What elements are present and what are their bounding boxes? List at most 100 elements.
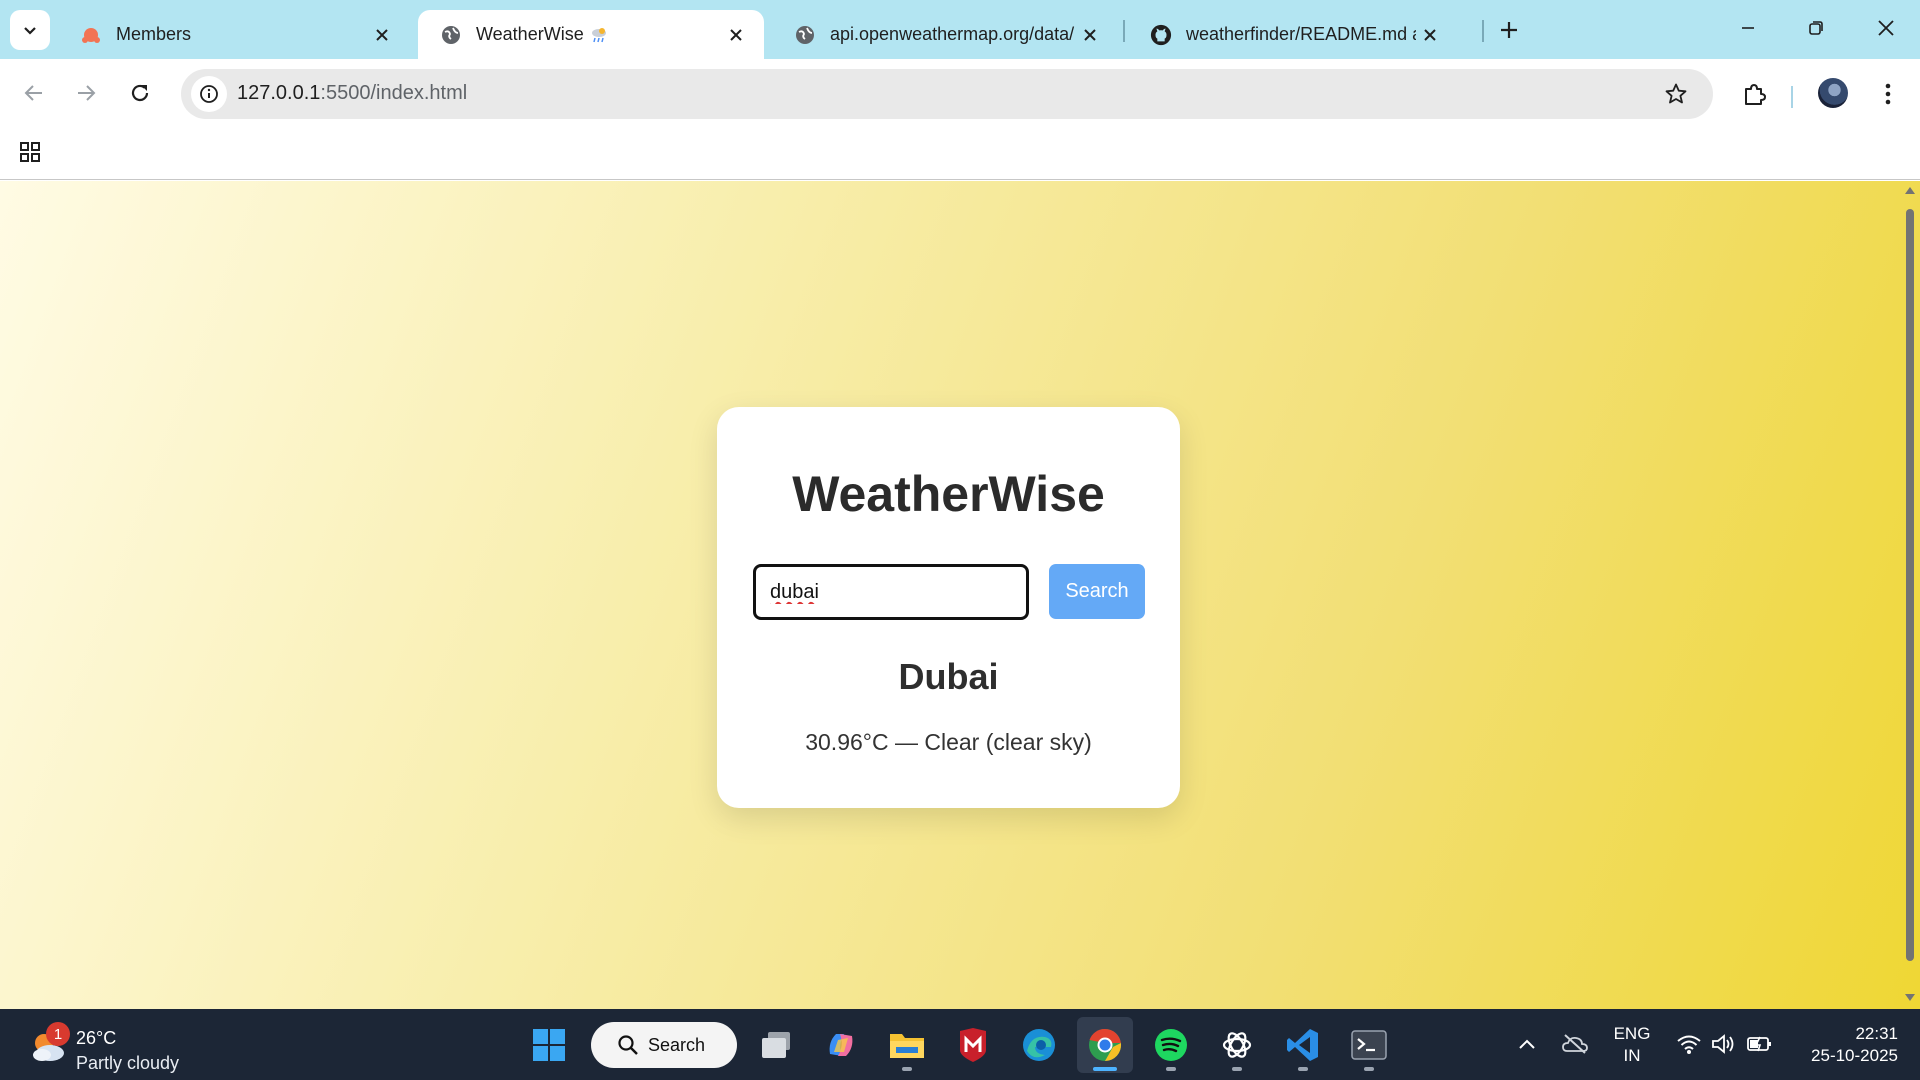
clock-date: 25-10-2025 [1811, 1046, 1898, 1065]
chatgpt-icon [1222, 1032, 1252, 1058]
page-viewport: WeatherWise Search Dubai 30.96°C — Clear… [0, 181, 1920, 1009]
spotify-icon [1155, 1029, 1187, 1061]
show-hidden-icons-button[interactable] [1512, 1029, 1542, 1059]
file-explorer-app[interactable] [879, 1017, 935, 1073]
reload-button[interactable] [120, 73, 160, 113]
tab-members[interactable]: Members [58, 10, 410, 59]
url-host: 127.0.0.1 [237, 82, 321, 104]
region-code: IN [1623, 1046, 1641, 1065]
site-info-icon[interactable] [191, 76, 227, 112]
arrow-right-icon [78, 85, 96, 101]
restore-button[interactable] [1788, 8, 1844, 48]
battery-charging-icon[interactable] [1745, 1029, 1775, 1059]
scrollbar-thumb[interactable] [1906, 209, 1914, 961]
clock-time: 22:31 [1855, 1024, 1898, 1043]
bookmark-star-icon[interactable] [1663, 81, 1689, 107]
vertical-scrollbar[interactable] [1900, 181, 1920, 1009]
weather-description: 30.96°C — Clear (clear sky) [805, 729, 1092, 755]
copilot-app[interactable] [813, 1017, 869, 1073]
running-indicator [1364, 1067, 1374, 1071]
city-search-input[interactable] [753, 564, 1029, 620]
system-clock[interactable]: 22:31 25-10-2025 [1790, 1023, 1898, 1067]
apps-grid-icon[interactable] [16, 138, 44, 166]
edge-app[interactable] [1011, 1017, 1067, 1073]
app-title: WeatherWise [792, 466, 1105, 522]
tab-title: api.openweathermap.org/data/ [830, 24, 1075, 44]
task-view-button[interactable] [748, 1017, 804, 1073]
chrome-icon [1089, 1028, 1122, 1061]
running-indicator [1298, 1067, 1308, 1071]
copilot-icon [829, 1034, 853, 1056]
rain-cloud-icon [590, 26, 608, 44]
arrow-left-icon [24, 85, 42, 101]
tab-title: weatherfinder/README.md at m [1186, 24, 1416, 44]
tab-separator [1482, 20, 1484, 42]
address-bar[interactable]: 127.0.0.1:5500/index.html [181, 69, 1713, 119]
globe-icon [440, 24, 462, 46]
start-button[interactable] [521, 1017, 577, 1073]
forward-button[interactable] [66, 73, 106, 113]
vscode-app[interactable] [1275, 1017, 1331, 1073]
taskbar-weather-widget[interactable]: 1 26°C Partly cloudy [24, 1017, 224, 1073]
toolbar-divider [1791, 86, 1793, 108]
minimize-icon [1742, 27, 1754, 29]
close-icon [1878, 20, 1894, 36]
restore-icon [1809, 21, 1823, 35]
chatgpt-app[interactable] [1209, 1017, 1265, 1073]
volume-icon[interactable] [1709, 1029, 1739, 1059]
mcafee-shield-icon [960, 1028, 986, 1062]
url-text[interactable]: 127.0.0.1:5500/index.html [237, 82, 467, 105]
tab-title: WeatherWise [476, 24, 584, 44]
weather-condition: Partly cloudy [76, 1053, 180, 1073]
close-icon[interactable] [722, 21, 750, 49]
minimize-button[interactable] [1720, 8, 1776, 48]
chevron-up-icon [1519, 1039, 1535, 1049]
terminal-app[interactable] [1341, 1017, 1397, 1073]
bookmarks-bar [0, 130, 1920, 180]
task-view-icon [762, 1032, 790, 1058]
running-indicator [902, 1067, 912, 1071]
terminal-icon [1351, 1030, 1387, 1060]
tab-weatherwise[interactable]: WeatherWise [418, 10, 764, 59]
close-icon[interactable] [1416, 21, 1444, 49]
close-icon[interactable] [368, 21, 396, 49]
language-indicator[interactable]: ENG IN [1612, 1023, 1652, 1067]
members-favicon-icon [80, 24, 102, 46]
wifi-icon[interactable] [1674, 1029, 1704, 1059]
puzzle-icon [1745, 84, 1766, 105]
running-indicator [1166, 1067, 1176, 1071]
tab-github-readme[interactable]: weatherfinder/README.md at m [1128, 10, 1458, 59]
spotify-app[interactable] [1143, 1017, 1199, 1073]
menu-button[interactable] [1868, 74, 1908, 114]
search-button[interactable]: Search [1049, 564, 1145, 619]
chrome-app[interactable] [1077, 1017, 1133, 1073]
windows-logo-icon [533, 1029, 565, 1061]
edge-icon [1023, 1029, 1055, 1061]
mcafee-app[interactable] [945, 1017, 1001, 1073]
vscode-icon [1287, 1029, 1318, 1061]
onedrive-offline-icon[interactable] [1560, 1029, 1590, 1059]
plus-icon [1501, 22, 1517, 38]
weather-temperature: 26°C [76, 1028, 117, 1048]
tab-search-button[interactable] [10, 10, 50, 50]
back-button[interactable] [14, 73, 54, 113]
github-icon [1150, 24, 1172, 46]
scroll-up-arrow-icon[interactable] [1904, 185, 1916, 195]
weather-card: WeatherWise Search Dubai 30.96°C — Clear… [717, 407, 1180, 808]
tab-openweathermap-api[interactable]: api.openweathermap.org/data/ [772, 10, 1118, 59]
close-window-button[interactable] [1858, 8, 1914, 48]
tab-title: Members [116, 24, 192, 44]
extensions-button[interactable] [1734, 74, 1774, 114]
new-tab-button[interactable] [1494, 12, 1524, 48]
city-name: Dubai [898, 656, 999, 697]
browser-toolbar: 127.0.0.1:5500/index.html [0, 59, 1920, 130]
reload-icon [131, 84, 149, 102]
folder-icon [890, 1034, 924, 1058]
more-vertical-icon [1885, 83, 1891, 105]
scroll-down-arrow-icon[interactable] [1904, 993, 1916, 1003]
taskbar-search[interactable]: Search [591, 1022, 737, 1068]
notification-badge: 1 [46, 1022, 70, 1046]
close-icon[interactable] [1076, 21, 1104, 49]
profile-avatar[interactable] [1818, 78, 1848, 108]
language-code: ENG [1613, 1024, 1651, 1043]
